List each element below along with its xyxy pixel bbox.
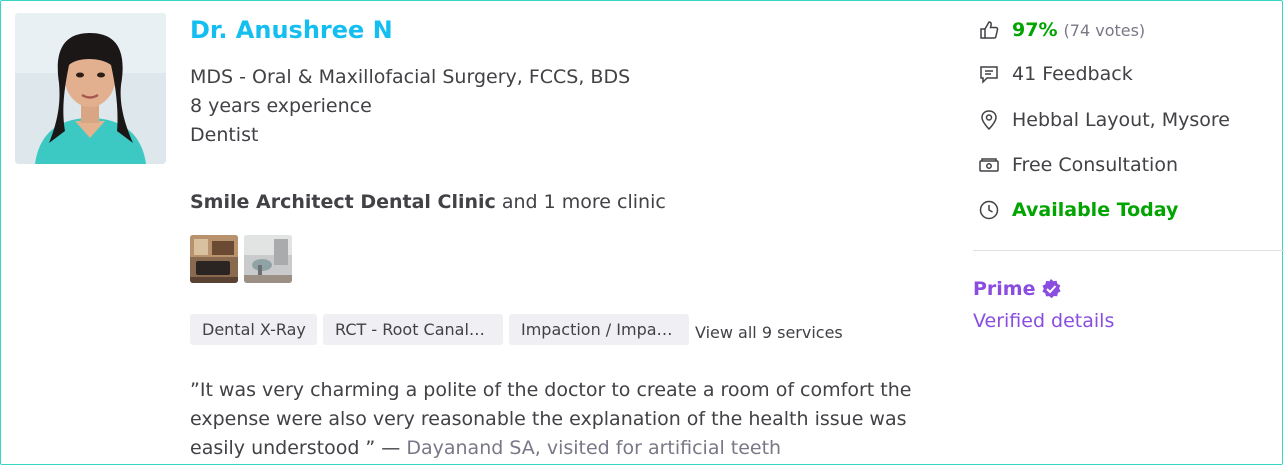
service-chip[interactable]: RCT - Root Canal… xyxy=(323,314,503,345)
clinic-location: Hebbal Layout, Mysore xyxy=(1012,109,1230,131)
rating-row: 97% (74 votes) xyxy=(978,19,1145,41)
patient-review: ”It was very charming a polite of the do… xyxy=(190,376,920,463)
clinic-photo-2[interactable] xyxy=(244,235,292,283)
availability-status: Available Today xyxy=(1012,199,1179,221)
clock-icon xyxy=(978,199,1000,221)
money-icon xyxy=(978,154,1000,176)
location-row: Hebbal Layout, Mysore xyxy=(978,109,1230,131)
prime-label: Prime xyxy=(973,278,1036,300)
location-pin-icon xyxy=(978,109,1000,131)
doctor-name[interactable]: Dr. Anushree N xyxy=(190,16,393,44)
service-chip[interactable]: Impaction / Impa… xyxy=(509,314,689,345)
doctor-specialty: Dentist xyxy=(190,124,259,146)
clinic-photo-1[interactable] xyxy=(190,235,238,283)
divider xyxy=(973,250,1284,251)
doctor-experience: 8 years experience xyxy=(190,95,372,117)
clinic-name[interactable]: Smile Architect Dental Clinic xyxy=(190,191,496,213)
doctor-card: Dr. Anushree N MDS - Oral & Maxillofacia… xyxy=(0,0,1284,465)
view-all-services-link[interactable]: View all 9 services xyxy=(695,323,843,342)
rating-percent: 97% xyxy=(1012,19,1058,41)
doctor-qualifications: MDS - Oral & Maxillofacial Surgery, FCCS… xyxy=(190,66,631,88)
more-clinics-link[interactable]: and 1 more clinic xyxy=(496,191,666,213)
service-chip[interactable]: Dental X-Ray xyxy=(190,314,317,345)
rating-votes: (74 votes) xyxy=(1063,20,1146,40)
review-author: Dayanand SA, visited for artificial teet… xyxy=(406,437,782,459)
thumbs-up-icon xyxy=(978,19,1000,41)
verified-check-icon xyxy=(1040,278,1062,300)
clinic-info: Smile Architect Dental Clinic and 1 more… xyxy=(190,191,666,213)
feedback-count[interactable]: 41 Feedback xyxy=(1012,63,1133,85)
doctor-avatar[interactable] xyxy=(15,13,166,164)
consultation-fee: Free Consultation xyxy=(1012,154,1178,176)
chat-bubble-icon xyxy=(978,63,1000,85)
verified-details-link[interactable]: Verified details xyxy=(973,310,1114,332)
feedback-row[interactable]: 41 Feedback xyxy=(978,63,1133,85)
consultation-row: Free Consultation xyxy=(978,154,1178,176)
review-dash: — xyxy=(375,437,407,459)
availability-row: Available Today xyxy=(978,199,1178,221)
prime-badge: Prime xyxy=(973,278,1062,300)
